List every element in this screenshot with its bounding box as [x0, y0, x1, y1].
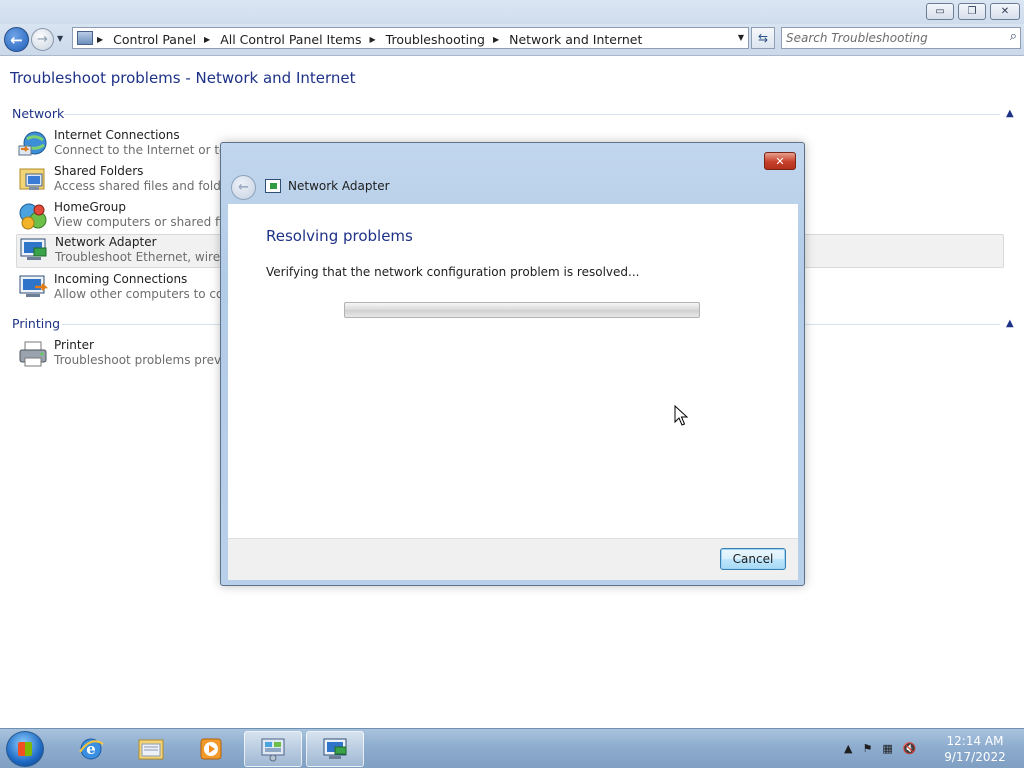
item-title[interactable]: Incoming Connections — [54, 272, 187, 286]
forward-button[interactable]: → — [31, 28, 54, 51]
breadcrumb-troubleshooting[interactable]: Troubleshooting — [386, 32, 485, 47]
dialog-back-button[interactable]: ← — [231, 175, 256, 200]
cancel-button[interactable]: Cancel — [720, 548, 786, 570]
close-icon: ✕ — [1000, 6, 1010, 17]
back-arrow-icon: ← — [238, 180, 249, 195]
control-panel-icon — [77, 31, 93, 45]
search-input[interactable] — [786, 30, 996, 46]
minimize-button[interactable]: ▭ — [926, 3, 954, 20]
network-adapter-icon — [323, 738, 347, 759]
item-title[interactable]: Network Adapter — [55, 235, 157, 249]
clock[interactable]: 12:14 AM 9/17/2022 — [940, 733, 1010, 765]
clock-time: 12:14 AM — [946, 734, 1004, 748]
address-bar[interactable]: ▶ Control Panel ▶ All Control Panel Item… — [72, 27, 749, 49]
clock-date: 9/17/2022 — [944, 750, 1006, 764]
printer-icon — [19, 341, 47, 367]
system-tray: ▲ ⚑ ▦ 🔇 — [844, 742, 916, 755]
action-center-flag-icon[interactable]: ⚑ — [862, 742, 872, 755]
breadcrumb-network-internet[interactable]: Network and Internet — [509, 32, 642, 47]
refresh-button[interactable]: ⇆ — [751, 27, 775, 49]
breadcrumb: ▶ Control Panel ▶ All Control Panel Item… — [97, 30, 642, 48]
media-player-icon — [200, 738, 222, 760]
search-icon[interactable]: ⌕ — [1010, 29, 1017, 44]
start-button[interactable] — [6, 731, 44, 767]
item-title[interactable]: Internet Connections — [54, 128, 180, 142]
mouse-cursor-icon — [674, 405, 688, 426]
dialog-title: Network Adapter — [288, 179, 390, 193]
dialog-close-button[interactable]: ✕ — [764, 152, 796, 170]
taskbar-media-player[interactable] — [182, 731, 240, 767]
item-title[interactable]: Shared Folders — [54, 164, 143, 178]
window-titlebar: ▭ ❐ ✕ — [0, 0, 1024, 24]
network-adapter-icon — [265, 179, 281, 193]
item-description: Connect to the Internet or to a — [54, 143, 238, 157]
address-dropdown-icon[interactable]: ▼ — [738, 33, 744, 42]
page-title: Troubleshoot problems - Network and Inte… — [10, 69, 356, 87]
dialog-footer: Cancel — [228, 538, 798, 580]
item-title[interactable]: Printer — [54, 338, 94, 352]
taskbar-control-panel[interactable] — [244, 731, 302, 767]
windows-explorer-icon — [138, 739, 164, 760]
taskbar: e ▲ ⚑ ▦ 🔇 12:14 AM 9/17/2022 — [0, 728, 1024, 768]
breadcrumb-chevron-icon[interactable]: ▶ — [97, 35, 103, 44]
item-description: View computers or shared files i — [54, 215, 247, 229]
volume-muted-icon[interactable]: 🔇 — [903, 742, 917, 755]
internet-connections-icon — [18, 131, 47, 156]
internet-explorer-icon: e — [79, 738, 104, 760]
progress-bar — [344, 302, 700, 318]
minimize-icon: ▭ — [935, 6, 945, 17]
network-adapter-icon — [20, 238, 47, 260]
forward-arrow-icon: → — [37, 32, 48, 47]
breadcrumb-all-items[interactable]: All Control Panel Items — [220, 32, 361, 47]
incoming-connections-icon — [19, 275, 49, 297]
control-panel-icon — [261, 738, 285, 762]
breadcrumb-chevron-icon[interactable]: ▶ — [204, 35, 210, 44]
section-header-network: Network — [12, 106, 65, 121]
troubleshooter-dialog: ✕ ← Network Adapter Resolving problems V… — [220, 142, 805, 586]
taskbar-network-adapter[interactable] — [306, 731, 364, 767]
taskbar-windows-explorer[interactable] — [122, 731, 180, 767]
shared-folders-icon — [19, 168, 45, 190]
refresh-icon: ⇆ — [757, 31, 769, 45]
back-arrow-icon: ← — [10, 30, 23, 49]
status-text: Verifying that the network configuration… — [266, 265, 640, 279]
maximize-button[interactable]: ❐ — [958, 3, 986, 20]
show-hidden-icons-chevron-icon[interactable]: ▲ — [844, 742, 852, 755]
close-icon: ✕ — [775, 154, 785, 168]
item-description: Allow other computers to comm — [54, 287, 247, 301]
section-header-printing: Printing — [12, 316, 61, 331]
section-divider — [64, 114, 1000, 115]
breadcrumb-chevron-icon[interactable]: ▶ — [493, 35, 499, 44]
breadcrumb-control-panel[interactable]: Control Panel — [113, 32, 196, 47]
collapse-network-chevron-icon[interactable]: ▲ — [1006, 108, 1014, 119]
search-box[interactable]: ⌕ — [781, 27, 1021, 49]
dialog-body: Resolving problems Verifying that the ne… — [228, 204, 798, 538]
breadcrumb-chevron-icon[interactable]: ▶ — [370, 35, 376, 44]
restore-icon: ❐ — [967, 6, 977, 17]
item-description: Troubleshoot problems prevent — [54, 353, 241, 367]
recent-pages-chevron-icon[interactable]: ▼ — [57, 34, 63, 43]
item-title[interactable]: HomeGroup — [54, 200, 126, 214]
close-button[interactable]: ✕ — [990, 3, 1020, 20]
item-description: Troubleshoot Ethernet, wireless, — [55, 250, 248, 264]
homegroup-icon — [19, 203, 47, 230]
collapse-printing-chevron-icon[interactable]: ▲ — [1006, 318, 1014, 329]
dialog-heading: Resolving problems — [266, 227, 413, 245]
network-warning-icon[interactable]: ▦ — [882, 742, 892, 755]
taskbar-internet-explorer[interactable]: e — [62, 731, 120, 767]
back-button[interactable]: ← — [4, 27, 29, 52]
